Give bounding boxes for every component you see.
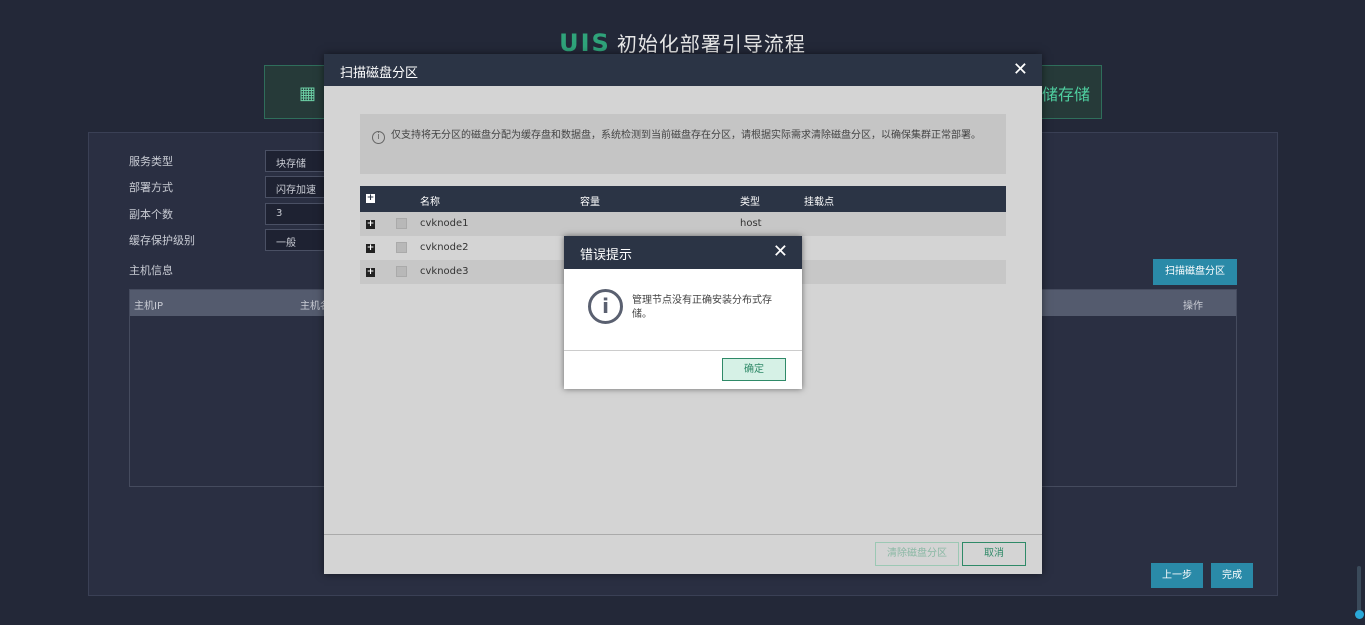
- clear-partition-button[interactable]: 清除磁盘分区: [875, 542, 959, 566]
- app-logo: UIS: [559, 29, 611, 57]
- host-section-title: 主机信息: [129, 264, 173, 277]
- row-name: cvknode3: [420, 266, 469, 277]
- expand-all-icon[interactable]: +: [366, 194, 375, 203]
- table-row[interactable]: + cvknode1 host: [360, 212, 1006, 236]
- deploy-mode-label: 部署方式: [129, 181, 173, 194]
- page-title: UIS 初始化部署引导流程: [0, 28, 1365, 57]
- row-checkbox[interactable]: [396, 242, 407, 253]
- app-title-text: 初始化部署引导流程: [616, 32, 806, 56]
- row-name: cvknode1: [420, 218, 469, 229]
- scrollbar-thumb[interactable]: [1355, 610, 1364, 619]
- error-dialog-header: 错误提示 ✕: [564, 236, 802, 269]
- step-card-label: 储存储: [1042, 85, 1091, 104]
- row-name: cvknode2: [420, 242, 469, 253]
- error-message: 管理节点没有正确安装分布式存储。: [632, 295, 772, 320]
- col-type: 类型: [740, 197, 760, 208]
- col-mount: 挂载点: [804, 197, 834, 208]
- expand-icon[interactable]: +: [366, 268, 375, 277]
- grid-icon: ▦: [299, 83, 317, 104]
- info-notice: i 仅支持将无分区的磁盘分配为缓存盘和数据盘，系统检测到当前磁盘存在分区，请根据实…: [360, 114, 1006, 174]
- scan-partition-button[interactable]: 扫描磁盘分区: [1153, 259, 1237, 285]
- expand-icon[interactable]: +: [366, 244, 375, 253]
- scan-dialog-title: 扫描磁盘分区: [340, 66, 419, 81]
- step-card-storage[interactable]: 储存储: [1035, 65, 1102, 119]
- error-dialog-title: 错误提示: [580, 248, 633, 263]
- close-icon[interactable]: ✕: [773, 241, 788, 262]
- col-action: 操作: [1183, 301, 1203, 312]
- replica-count-label: 副本个数: [129, 208, 173, 221]
- info-icon: i: [372, 131, 385, 144]
- dialog-divider: [324, 534, 1042, 535]
- service-type-label: 服务类型: [129, 155, 173, 168]
- finish-button[interactable]: 完成: [1211, 563, 1253, 588]
- close-icon[interactable]: ✕: [1013, 59, 1028, 80]
- error-dialog: 错误提示 ✕ i 管理节点没有正确安装分布式存储。 确定: [564, 236, 802, 389]
- prev-step-button[interactable]: 上一步: [1151, 563, 1203, 588]
- info-text: 仅支持将无分区的磁盘分配为缓存盘和数据盘，系统检测到当前磁盘存在分区，请根据实际…: [391, 130, 981, 141]
- col-host-ip: 主机IP: [134, 301, 163, 312]
- scan-dialog-header: 扫描磁盘分区 ✕: [324, 54, 1042, 86]
- expand-icon[interactable]: +: [366, 220, 375, 229]
- cache-protect-label: 缓存保护级别: [129, 234, 195, 247]
- row-checkbox[interactable]: [396, 266, 407, 277]
- info-circle-icon: i: [588, 289, 623, 324]
- row-checkbox[interactable]: [396, 218, 407, 229]
- col-name: 名称: [420, 197, 440, 208]
- partition-table-header: + 名称 容量 类型 挂载点: [360, 186, 1006, 212]
- col-capacity: 容量: [580, 197, 600, 208]
- dialog-divider: [564, 350, 802, 351]
- row-type: host: [740, 218, 762, 229]
- ok-button[interactable]: 确定: [722, 358, 786, 381]
- cancel-button[interactable]: 取消: [962, 542, 1026, 566]
